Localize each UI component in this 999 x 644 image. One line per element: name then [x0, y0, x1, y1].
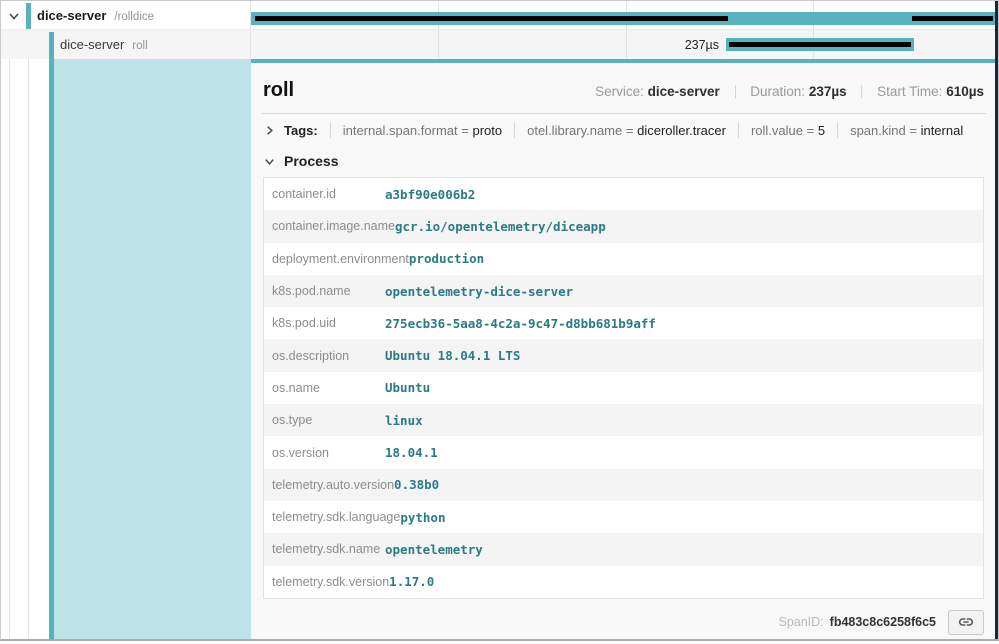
selected-span-highlight	[54, 59, 251, 639]
span-service-name: dice-server	[37, 8, 106, 23]
span-tree-gutter	[1, 59, 251, 639]
span-summary: Service: dice-server Duration: 237µs Sta…	[595, 84, 984, 99]
row-value: opentelemetry	[385, 542, 483, 557]
span-duration-label: 237µs	[601, 32, 719, 58]
start-time-value: 610µs	[946, 84, 984, 99]
table-row: os.name Ubuntu	[264, 372, 983, 404]
row-value: 0.38b0	[394, 477, 439, 492]
row-value: 18.04.1	[385, 445, 438, 460]
row-key: telemetry.sdk.language	[264, 510, 400, 524]
summary-divider	[861, 85, 862, 98]
span-bar-stripe	[255, 16, 728, 21]
row-value: opentelemetry-dice-server	[385, 284, 573, 299]
row-value: python	[400, 510, 445, 525]
table-row: telemetry.sdk.version 1.17.0	[264, 566, 983, 598]
start-time-label: Start Time:	[877, 84, 942, 99]
table-row: telemetry.sdk.language python	[264, 501, 983, 533]
row-key: telemetry.auto.version	[264, 478, 394, 492]
span-color-bar	[49, 32, 54, 59]
span-bar-stripe	[729, 42, 911, 47]
span-bar-rolldice[interactable]	[251, 12, 995, 25]
table-row: k8s.pod.uid 275ecb36-5aa8-4c2a-9c47-d8bb…	[264, 307, 983, 339]
table-row: deployment.environment production	[264, 243, 983, 275]
row-key: os.name	[264, 381, 385, 395]
span-bar-stripe	[912, 16, 993, 21]
table-row: container.image.name gcr.io/opentelemetr…	[264, 210, 983, 242]
process-key-value-table: container.id a3bf90e006b2 container.imag…	[263, 177, 984, 599]
tag-item: internal.span.format = proto	[330, 123, 514, 138]
service-value: dice-server	[648, 84, 720, 99]
process-label: Process	[284, 153, 338, 169]
row-key: k8s.pod.uid	[264, 316, 385, 330]
tag-item: span.kind = internal	[837, 123, 975, 138]
process-toggle-row[interactable]: Process	[261, 146, 986, 176]
span-service-name: dice-server	[60, 37, 124, 52]
chevron-down-icon[interactable]	[7, 9, 21, 23]
table-row: os.type linux	[264, 404, 983, 436]
row-key: k8s.pod.name	[264, 284, 385, 298]
row-value: Ubuntu 18.04.1 LTS	[385, 348, 520, 363]
duration-label: Duration:	[750, 84, 805, 99]
row-value: 1.17.0	[389, 574, 434, 589]
row-key: container.image.name	[264, 219, 395, 233]
row-value: a3bf90e006b2	[385, 187, 475, 202]
row-value: Ubuntu	[385, 380, 430, 395]
tag-item: otel.library.name = diceroller.tracer	[514, 123, 738, 138]
row-key: container.id	[264, 187, 385, 201]
row-value: linux	[385, 413, 423, 428]
span-row-rolldice-name[interactable]: dice-server/rolldice	[1, 1, 251, 30]
timeline-gridline	[438, 1, 439, 59]
window-right-edge	[995, 1, 998, 639]
summary-divider	[735, 85, 736, 98]
service-label: Service:	[595, 84, 644, 99]
tag-item: roll.value = 5	[738, 123, 837, 138]
duration-value: 237µs	[809, 84, 847, 99]
row-key: os.type	[264, 413, 385, 427]
chevron-down-icon[interactable]	[263, 155, 276, 168]
span-row-roll-name[interactable]: dice-server roll	[1, 30, 251, 59]
span-operation-name: /rolldice	[114, 11, 154, 23]
span-detail-footer: SpanID: fb483c8c6258f6c5	[261, 599, 986, 635]
row-key: telemetry.sdk.name	[264, 542, 385, 556]
row-key: os.description	[264, 349, 385, 363]
trace-window: dice-server/rolldice dice-server roll 237…	[0, 0, 999, 641]
span-detail-header: roll Service: dice-server Duration: 237µ…	[261, 75, 986, 103]
row-key: telemetry.sdk.version	[264, 575, 389, 589]
table-row: k8s.pod.name opentelemetry-dice-server	[264, 275, 983, 307]
table-row: telemetry.sdk.name opentelemetry	[264, 533, 983, 565]
row-value: production	[409, 251, 484, 266]
tags-toggle-row[interactable]: Tags: internal.span.format = proto otel.…	[261, 114, 986, 146]
span-bar-roll[interactable]	[726, 38, 914, 51]
spanid-label: SpanID:	[778, 615, 823, 629]
tags-label: Tags:	[284, 123, 318, 138]
row-key: os.version	[264, 446, 385, 460]
table-row: os.version 18.04.1	[264, 436, 983, 468]
indent-guide	[9, 59, 10, 639]
row-key: deployment.environment	[264, 252, 409, 266]
deep-link-button[interactable]	[948, 610, 984, 635]
indent-guide	[28, 59, 29, 639]
span-color-bar	[26, 3, 31, 29]
span-operation-name: roll	[132, 40, 147, 52]
spanid-value: fb483c8c6258f6c5	[830, 615, 936, 629]
row-value: 275ecb36-5aa8-4c2a-9c47-d8bb681b9aff	[385, 316, 656, 331]
table-row: container.id a3bf90e006b2	[264, 178, 983, 210]
link-icon	[958, 614, 974, 630]
span-detail-title: roll	[263, 77, 294, 103]
table-row: os.description Ubuntu 18.04.1 LTS	[264, 339, 983, 371]
chevron-right-icon[interactable]	[263, 124, 276, 137]
table-row: telemetry.auto.version 0.38b0	[264, 469, 983, 501]
span-detail-panel: roll Service: dice-server Duration: 237µ…	[251, 59, 998, 639]
jaeger-trace-view: dice-server/rolldice dice-server roll 237…	[0, 0, 999, 644]
row-value: gcr.io/opentelemetry/diceapp	[395, 219, 606, 234]
